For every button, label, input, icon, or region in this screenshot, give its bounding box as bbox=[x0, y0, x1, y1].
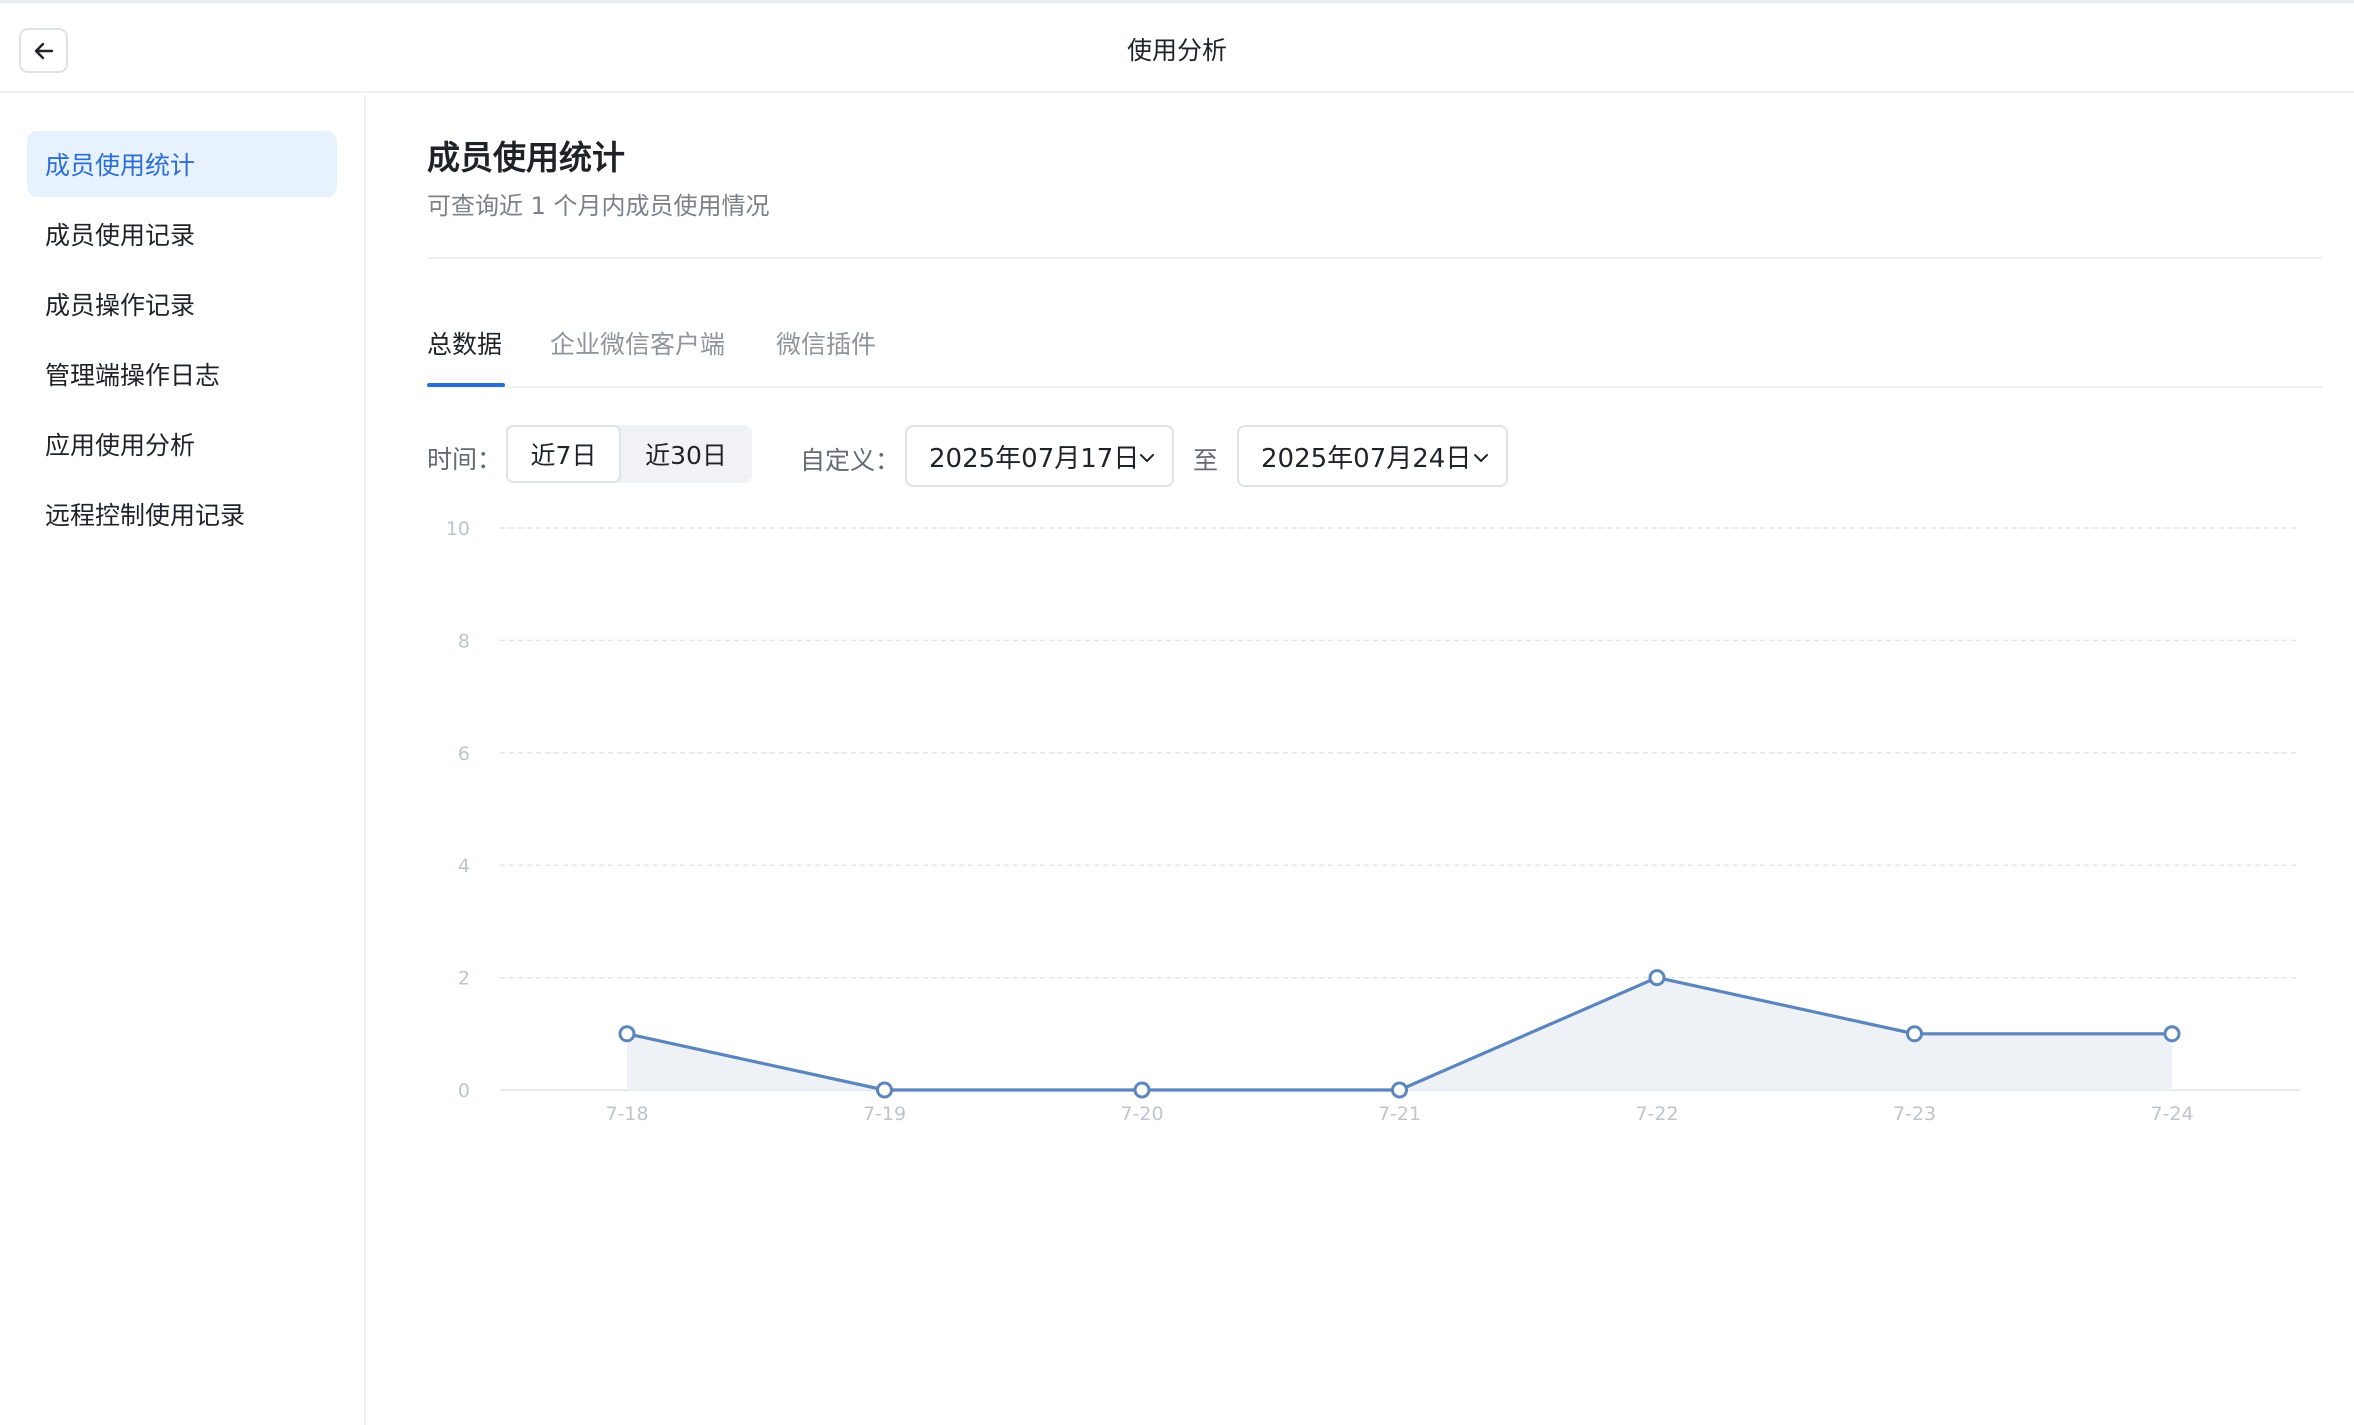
x-tick-label: 7-21 bbox=[1378, 1103, 1421, 1125]
usage-chart: 0 2 4 6 8 10 7-18 7-19 7-20 7-21 7-22 7-23 7-24 bbox=[446, 518, 2300, 1125]
data-point bbox=[1391, 1081, 1408, 1099]
start-date-value: 2025年07月17日 bbox=[929, 443, 1140, 474]
sidebar-item-admin-logs[interactable]: 管理端操作日志 bbox=[27, 341, 337, 407]
sidebar-item-member-stats[interactable]: 成员使用统计 bbox=[27, 131, 337, 197]
data-point bbox=[1133, 1081, 1151, 1099]
tab-wechat-plugin[interactable]: 微信插件 bbox=[776, 325, 876, 361]
date-separator: 至 bbox=[1193, 446, 1219, 475]
y-tick-label: 4 bbox=[458, 855, 470, 877]
custom-label: 自定义： bbox=[800, 446, 901, 475]
page-title: 成员使用统计 bbox=[427, 138, 625, 177]
window-title: 使用分析 bbox=[1126, 36, 1227, 65]
sidebar-item-app-analysis[interactable]: 应用使用分析 bbox=[27, 411, 337, 477]
sidebar-item-label: 远程控制使用记录 bbox=[45, 501, 246, 530]
y-tick-label: 6 bbox=[458, 743, 470, 765]
x-tick-label: 7-22 bbox=[1635, 1103, 1678, 1125]
title-bar: 使用分析 bbox=[0, 3, 2354, 93]
sidebar-item-label: 成员操作记录 bbox=[45, 291, 196, 320]
range-30-days-button[interactable]: 近30日 bbox=[624, 429, 748, 479]
x-tick-label: 7-20 bbox=[1120, 1103, 1163, 1125]
chevron-down-icon bbox=[1140, 454, 1154, 462]
x-tick-label: 7-24 bbox=[2150, 1103, 2193, 1125]
data-point bbox=[1906, 1025, 1923, 1043]
y-tick-label: 0 bbox=[458, 1080, 470, 1102]
start-date-select[interactable]: 2025年07月17日 bbox=[905, 425, 1174, 487]
header-divider bbox=[427, 257, 2322, 259]
tabs-divider bbox=[427, 386, 2322, 388]
sidebar-item-member-records[interactable]: 成员使用记录 bbox=[27, 201, 337, 267]
page-subtitle: 可查询近 1 个月内成员使用情况 bbox=[427, 192, 770, 220]
sidebar: 成员使用统计 成员使用记录 成员操作记录 管理端操作日志 应用使用分析 远程控制… bbox=[0, 95, 366, 1425]
tab-wecom-client[interactable]: 企业微信客户端 bbox=[550, 325, 725, 361]
sidebar-item-member-operations[interactable]: 成员操作记录 bbox=[27, 271, 337, 337]
x-tick-label: 7-23 bbox=[1893, 1103, 1936, 1125]
sidebar-item-label: 应用使用分析 bbox=[45, 431, 196, 460]
sidebar-item-label: 成员使用记录 bbox=[45, 221, 196, 250]
sidebar-item-label: 成员使用统计 bbox=[45, 151, 196, 180]
y-tick-label: 10 bbox=[446, 518, 470, 540]
data-point bbox=[1648, 969, 1666, 987]
app-window: 使用分析 成员使用统计 成员使用记录 成员操作记录 管理端操作日志 应用使用分析… bbox=[0, 0, 2354, 1425]
data-point bbox=[2163, 1025, 2181, 1043]
end-date-select[interactable]: 2025年07月24日 bbox=[1237, 425, 1508, 487]
x-tick-label: 7-18 bbox=[605, 1103, 648, 1125]
sidebar-item-label: 管理端操作日志 bbox=[45, 361, 221, 390]
time-range-selector: 近7日 近30日 bbox=[506, 425, 752, 483]
data-point bbox=[618, 1025, 636, 1043]
x-tick-label: 7-19 bbox=[863, 1103, 906, 1125]
time-label: 时间： bbox=[427, 445, 503, 474]
data-point bbox=[876, 1081, 893, 1099]
active-tab-indicator bbox=[427, 383, 505, 387]
end-date-value: 2025年07月24日 bbox=[1261, 443, 1472, 474]
sidebar-item-remote-control[interactable]: 远程控制使用记录 bbox=[27, 481, 337, 547]
chevron-down-icon bbox=[1474, 454, 1488, 462]
y-tick-label: 8 bbox=[458, 630, 470, 652]
tab-total-data[interactable]: 总数据 bbox=[427, 325, 502, 361]
y-tick-label: 2 bbox=[458, 968, 470, 990]
range-7-days-button[interactable]: 近7日 bbox=[506, 425, 621, 483]
